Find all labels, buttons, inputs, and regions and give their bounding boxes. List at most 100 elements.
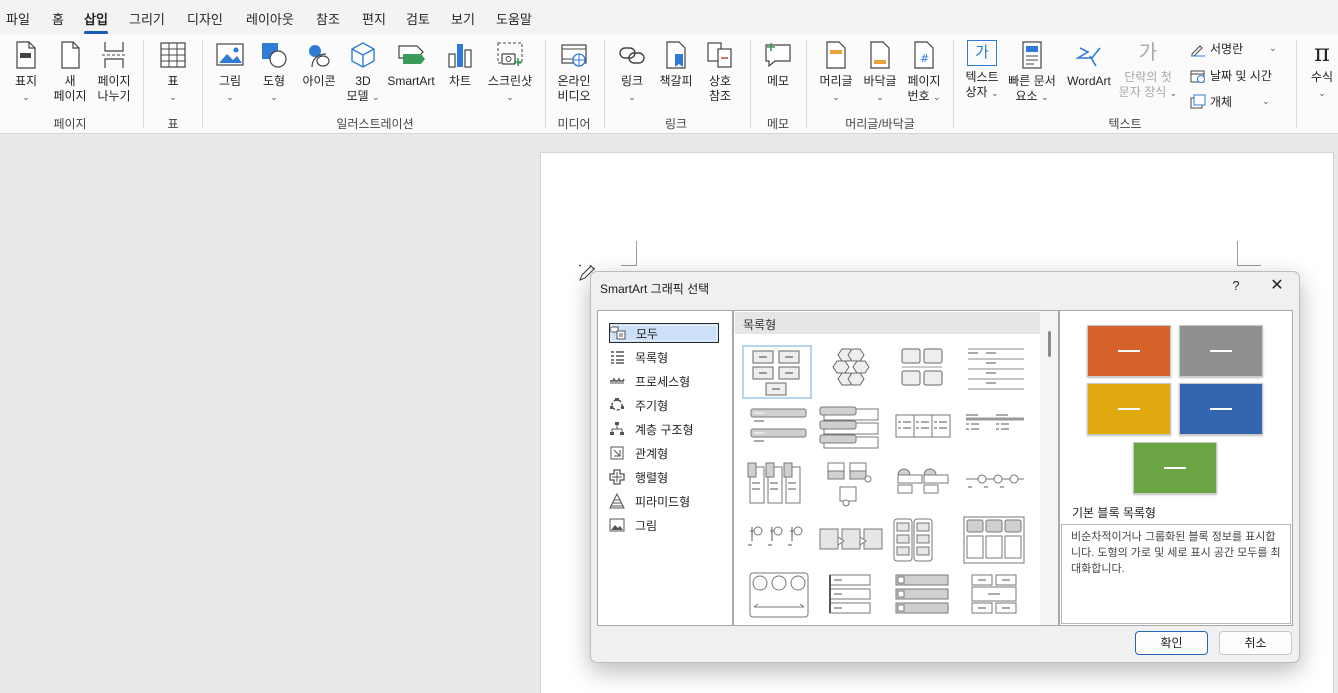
cycle-icon — [610, 398, 624, 411]
category-label: 그림 — [635, 518, 658, 533]
category-process[interactable]: 프로세스형 — [609, 371, 719, 391]
layout-grid-matrix[interactable] — [960, 515, 1030, 565]
picture-icon — [216, 43, 244, 66]
layout-hexagon-cluster[interactable] — [816, 345, 886, 395]
tab-review[interactable]: 검토 — [406, 9, 430, 28]
tab-insert[interactable]: 삽입 — [84, 9, 108, 34]
signature-line-button[interactable]: 서명란 ⌄ — [1190, 40, 1277, 57]
all-layouts-icon — [610, 326, 626, 340]
wordart-button[interactable]: WordArt — [1064, 40, 1114, 89]
tab-draw[interactable]: 그리기 — [129, 9, 165, 28]
layout-horizontal-bullet-list[interactable] — [888, 403, 958, 453]
quick-parts-icon — [1022, 41, 1042, 69]
layout-pin-list[interactable] — [744, 515, 814, 565]
drop-cap-button[interactable]: 가 단락의 첫 문자 장식 ⌄ — [1116, 40, 1180, 101]
crop-mark-top-right — [1237, 241, 1261, 266]
group-separator — [750, 40, 751, 128]
layout-dot-list[interactable] — [960, 459, 1030, 509]
layout-target-list[interactable] — [960, 571, 1030, 621]
category-pyramid[interactable]: 피라미드형 — [609, 491, 719, 511]
page-number-button[interactable]: # 페이지 번호 ⌄ — [902, 40, 946, 105]
layout-pie-list[interactable] — [888, 459, 958, 509]
help-button[interactable]: ? — [1229, 278, 1243, 293]
picture-button[interactable]: 그림 ⌄ — [212, 40, 248, 105]
3d-models-button[interactable]: 3D 모델 ⌄ — [343, 40, 383, 105]
shapes-button[interactable]: 도형 ⌄ — [256, 40, 292, 105]
table-icon — [160, 42, 186, 68]
signature-icon — [1191, 44, 1205, 56]
category-label: 모두 — [636, 326, 659, 341]
date-time-button[interactable]: 날짜 및 시간 — [1190, 67, 1272, 84]
category-matrix[interactable]: 행렬형 — [609, 467, 719, 487]
table-button[interactable]: 표 ⌄ — [155, 40, 191, 105]
layout-grouped-blocks[interactable] — [888, 345, 958, 395]
category-hierarchy[interactable]: 계층 구조형 — [609, 419, 719, 439]
object-button[interactable]: 개체 ⌄ — [1190, 93, 1270, 110]
relationship-icon — [610, 446, 624, 460]
layout-lined-list[interactable] — [960, 345, 1030, 395]
gallery-scrollbar[interactable] — [1040, 311, 1058, 625]
cross-reference-button[interactable]: 상호 참조 — [702, 40, 738, 104]
bookmark-button[interactable]: 책갈피 — [656, 40, 696, 89]
quick-parts-button[interactable]: 빠른 문서 요소 ⌄ — [1004, 40, 1060, 105]
category-picture[interactable]: 그림 — [609, 515, 719, 535]
category-label: 관계형 — [635, 446, 669, 461]
chevron-down-icon: ⌄ — [226, 92, 234, 102]
layout-vertical-list[interactable] — [888, 515, 958, 565]
category-all[interactable]: 모두 — [609, 323, 719, 343]
shapes-icon — [262, 43, 287, 68]
smartart-button[interactable]: SmartArt — [385, 40, 437, 89]
layout-table-list[interactable] — [960, 403, 1030, 453]
page-break-label-2: 나누기 — [97, 89, 131, 103]
online-video-button[interactable]: 온라인 비디오 — [553, 40, 595, 104]
cancel-button[interactable]: 취소 — [1219, 631, 1292, 655]
header-label: 머리글 — [819, 74, 853, 88]
layout-arrow-list[interactable] — [816, 515, 886, 565]
tab-help[interactable]: 도움말 — [496, 9, 532, 28]
header-button[interactable]: 머리글 ⌄ — [816, 40, 856, 105]
icons-button[interactable]: 아이콘 — [299, 40, 339, 89]
category-label: 목록형 — [635, 350, 669, 365]
tab-design[interactable]: 디자인 — [187, 9, 223, 28]
tab-view[interactable]: 보기 — [451, 9, 475, 28]
layout-vertical-box-list[interactable] — [816, 403, 886, 453]
page-break-button[interactable]: 페이지 나누기 — [94, 40, 134, 104]
scrollbar-thumb[interactable] — [1048, 331, 1051, 357]
tab-references[interactable]: 참조 — [316, 9, 340, 28]
blank-page-button[interactable]: 새 페이지 — [52, 40, 88, 104]
tab-home[interactable]: 홈 — [52, 9, 64, 28]
category-list-type[interactable]: 목록형 — [609, 347, 719, 367]
new-comment-button[interactable]: 메모 — [760, 40, 796, 89]
layout-descending-block-list[interactable] — [816, 459, 886, 509]
category-relationship[interactable]: 관계형 — [609, 443, 719, 463]
layout-vertical-bullet-list[interactable] — [744, 403, 814, 453]
chart-button[interactable]: 차트 — [444, 40, 476, 89]
tab-mailings[interactable]: 편지 — [362, 9, 386, 28]
tab-layout[interactable]: 레이아웃 — [246, 9, 294, 28]
blank-page-icon — [61, 41, 80, 69]
ok-button[interactable]: 확인 — [1135, 631, 1208, 655]
screenshot-button[interactable]: 스크린샷 ⌄ — [484, 40, 536, 105]
close-button[interactable]: ✕ — [1267, 276, 1287, 296]
tab-file[interactable]: 파일 — [6, 9, 30, 28]
layout-square-accent-list[interactable] — [888, 571, 958, 621]
layout-basic-block-list[interactable] — [742, 345, 812, 399]
process-icon — [610, 377, 625, 384]
layout-stacked-list[interactable] — [744, 459, 814, 509]
3d-models-label-1: 3D — [355, 74, 371, 88]
bookmark-icon — [666, 41, 686, 69]
chart-label: 차트 — [448, 74, 472, 88]
category-cycle[interactable]: 주기형 — [609, 395, 719, 415]
calendar-icon — [1190, 70, 1205, 83]
menu-bar: 파일 홈 삽입 그리기 디자인 레이아웃 참조 편지 검토 보기 도움말 — [0, 0, 1338, 34]
equation-button[interactable]: π 수식 ⌄ — [1306, 40, 1338, 101]
link-button[interactable]: 링크 ⌄ — [614, 40, 650, 105]
page-number-label-2: 번호 — [907, 89, 930, 103]
footer-button[interactable]: 바닥글 ⌄ — [860, 40, 900, 105]
preview-block — [1179, 325, 1263, 377]
layout-tab-list[interactable] — [816, 571, 886, 621]
cover-page-button[interactable]: 표지 ⌄ — [8, 40, 44, 105]
drop-cap-label-2: 문자 장식 — [1118, 85, 1167, 99]
layout-circle-list[interactable] — [744, 571, 814, 621]
text-box-button[interactable]: 가 텍스트 상자 ⌄ — [960, 40, 1004, 101]
